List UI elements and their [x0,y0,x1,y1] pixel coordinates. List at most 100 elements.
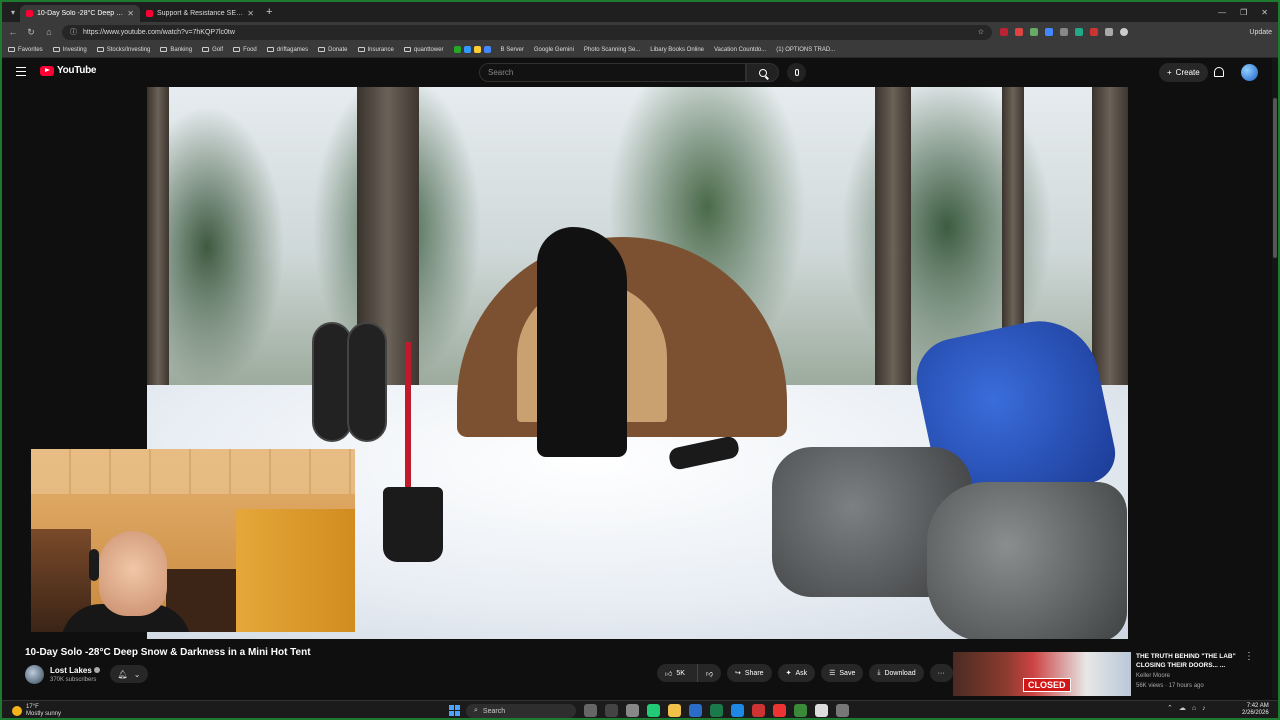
taskbar-app-icon[interactable] [605,704,618,717]
save-button[interactable]: ☰ Save [821,664,864,682]
site-info-icon[interactable]: ⓘ [70,27,77,37]
tab-inactive[interactable]: Support & Resistance SECRETS to ✕ [140,5,260,22]
like-button[interactable]: 👍︎ 5K [657,664,693,682]
channel-name[interactable]: Lost Lakes [50,666,100,675]
bookmark-item[interactable]: driftagames [266,47,308,53]
subscription-bell-button[interactable]: 🔔︎ ⌄ [110,665,148,683]
bookmark-item[interactable]: (1) OPTIONS TRAD... [776,47,835,53]
extension-icon[interactable] [1015,28,1023,36]
taskbar-app-icon[interactable] [815,704,828,717]
account-avatar[interactable] [1241,64,1258,81]
recommended-video-title[interactable]: THE TRUTH BEHIND "THE LAB" CLOSING THEIR… [1136,652,1244,670]
menu-icon[interactable] [16,67,26,76]
extension-icon[interactable] [1000,28,1008,36]
more-vertical-icon[interactable]: ⋮ [1244,651,1254,662]
video-snowshoe [312,322,352,442]
close-window-icon[interactable]: ✕ [1261,8,1268,17]
bookmark-item[interactable]: Golf [202,47,223,53]
sun-icon [12,706,22,716]
search-button[interactable] [746,63,779,82]
bookmark-item[interactable]: Investing [52,47,87,53]
extension-icon[interactable] [1060,28,1068,36]
refresh-icon[interactable]: ↻ [26,27,36,38]
share-button[interactable]: ↪ Share [727,664,772,682]
extension-icon[interactable] [1105,28,1113,36]
extension-icon[interactable] [1045,28,1053,36]
search-icon [758,68,767,77]
page-scrollbar[interactable] [1272,58,1278,698]
home-icon[interactable]: ⌂ [44,27,54,37]
close-tab-icon[interactable]: ✕ [127,9,134,18]
cloud-icon[interactable]: ☁ [1179,704,1186,712]
taskbar-search[interactable]: ⌕ Search [466,704,576,718]
taskbar-app-icon[interactable] [836,704,849,717]
weather-widget[interactable]: 17°F Mostly sunny [12,704,61,718]
scrollbar-thumb[interactable] [1273,98,1277,258]
update-button[interactable]: Update [1249,29,1272,36]
bookmark-item[interactable]: Vacation Countdo... [714,47,766,53]
task-view-icon[interactable] [584,704,597,717]
network-icon[interactable]: ⌂ [1192,705,1196,712]
bookmark-item[interactable]: Stocks/Investing [96,47,150,53]
settings-icon[interactable] [626,704,639,717]
taskbar-app-icon[interactable] [773,704,786,717]
voice-search-button[interactable] [787,63,806,82]
video-snowshoe [347,322,387,442]
bookmark-item[interactable]: Donate [318,47,348,53]
taskbar-app-icon[interactable] [794,704,807,717]
bookmark-item[interactable]: B Server [501,47,524,53]
taskbar-app-icon[interactable] [647,704,660,717]
tab-search-menu-icon[interactable]: ▾ [6,8,20,17]
folder-icon [318,47,326,52]
bookmark-item[interactable]: Photo Scanning Se... [584,47,640,53]
recommended-video-thumbnail[interactable]: CLOSED [953,652,1131,696]
youtube-logo[interactable]: YouTube [40,65,97,76]
extension-icon[interactable] [1030,28,1038,36]
windows-start-icon[interactable] [449,705,460,716]
address-bar-row: ← ↻ ⌂ ⓘ https://www.youtube.com/watch?v=… [2,22,1278,42]
create-button[interactable]: + Create [1159,63,1208,82]
bookmark-item[interactable]: Favorites [8,47,43,53]
favorite-star-icon[interactable]: ☆ [978,28,984,36]
more-actions-button[interactable]: ··· [929,664,953,682]
file-explorer-icon[interactable] [668,704,681,717]
new-tab-icon[interactable]: + [260,6,278,18]
tab-active[interactable]: 10-Day Solo -28°C Deep Snow & D ✕ [20,5,140,22]
close-tab-icon[interactable]: ✕ [247,9,254,18]
profile-icon[interactable] [1120,28,1128,36]
extension-icon[interactable] [1075,28,1083,36]
clock-date: 2/26/2026 [1242,710,1269,716]
bookmark-item[interactable]: Libary Books Online [650,47,704,53]
channel-avatar[interactable] [25,665,44,684]
recommended-video-meta: 56K views · 17 hours ago [1136,683,1204,689]
edge-icon[interactable] [731,704,744,717]
folder-icon [266,47,274,52]
search-input[interactable]: Search [479,63,746,82]
word-icon[interactable] [689,704,702,717]
bookmark-item[interactable]: Food [233,47,257,53]
taskbar-clock[interactable]: 7:42 AM 2/26/2026 [1242,703,1269,717]
ask-button[interactable]: ✦ Ask [777,664,816,682]
notifications-bell-icon[interactable] [1214,67,1224,77]
bookmark-item[interactable]: Insurance [357,47,394,53]
extension-icon[interactable] [1090,28,1098,36]
volume-icon[interactable]: ♪ [1202,705,1206,712]
folder-icon [357,47,365,52]
bookmark-icon [463,46,471,53]
bookmark-item[interactable]: Banking [160,47,192,53]
minimize-icon[interactable]: — [1218,8,1226,17]
chevron-up-icon[interactable]: ⌃ [1167,704,1173,712]
bookmark-icons-group[interactable] [453,46,491,53]
taskbar-app-icon[interactable] [752,704,765,717]
bookmark-icon [483,46,491,53]
dislike-button[interactable]: 👎︎ [696,664,721,682]
bookmark-item[interactable]: Google Gemini [534,47,574,53]
restore-icon[interactable]: ❐ [1240,8,1247,17]
recommended-video-channel[interactable]: Keller Moore [1136,673,1170,679]
download-button[interactable]: ⤓ Download [869,664,924,682]
excel-icon[interactable] [710,704,723,717]
url-field[interactable]: ⓘ https://www.youtube.com/watch?v=7hKQP7… [62,24,992,40]
bookmark-item[interactable]: quanttower [403,47,444,53]
folder-icon [202,47,210,52]
back-icon[interactable]: ← [8,27,18,37]
